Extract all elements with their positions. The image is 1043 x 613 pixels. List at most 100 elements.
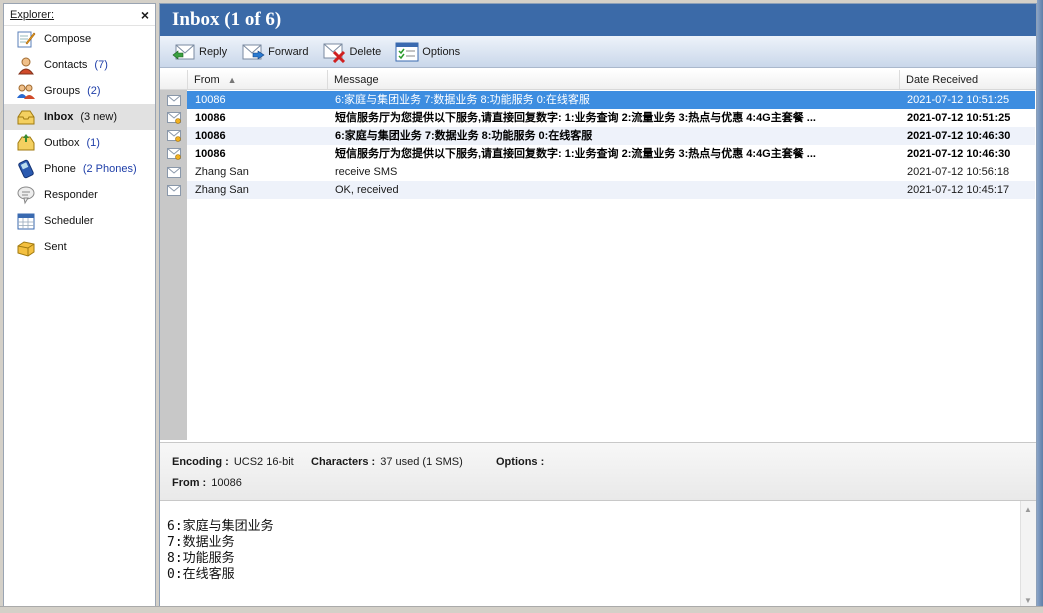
characters-line: Characters : 37 used (1 SMS)	[311, 456, 463, 468]
row-date: 2021-07-12 10:51:25	[907, 112, 1011, 124]
row-from: 10086	[187, 127, 327, 145]
nav-label: Compose	[44, 33, 92, 45]
outbox-icon	[15, 132, 37, 154]
row-from: 10086	[187, 91, 327, 109]
message-list: From ▲ Message Date Received 10086 6:家庭与…	[160, 70, 1036, 440]
explorer-close-button[interactable]: ×	[141, 7, 149, 23]
nav-item-phone[interactable]: Phone (2 Phones)	[4, 156, 155, 182]
table-row[interactable]: 10086 短信服务厅为您提供以下服务,请直接回复数字: 1:业务查询 2:流量…	[160, 145, 1036, 163]
table-row[interactable]: Zhang San receive SMS 2021-07-12 10:56:1…	[160, 163, 1036, 181]
row-date: 2021-07-12 10:46:30	[907, 148, 1011, 160]
delete-button[interactable]: Delete	[320, 39, 383, 65]
nav-item-sent[interactable]: Sent	[4, 234, 155, 260]
nav-item-inbox[interactable]: Inbox (3 new)	[4, 104, 155, 130]
explorer-header: Explorer: ×	[4, 4, 155, 26]
read-envelope-icon	[160, 91, 187, 109]
nav-label: Contacts	[44, 59, 88, 71]
scheduler-icon	[15, 210, 37, 232]
table-row[interactable]: 10086 6:家庭与集团业务 7:数据业务 8:功能服务 0:在线客服 202…	[160, 127, 1036, 145]
sent-icon	[15, 236, 37, 258]
row-message: 6:家庭与集团业务 7:数据业务 8:功能服务 0:在线客服	[327, 127, 899, 145]
column-header-message[interactable]: Message	[327, 70, 899, 89]
responder-icon	[15, 184, 37, 206]
row-message: OK, received	[327, 181, 899, 199]
encoding-value: UCS2 16-bit	[233, 456, 294, 468]
toolbar: Reply Forward Delete Options	[160, 36, 1036, 68]
forward-label: Forward	[268, 45, 309, 58]
table-row[interactable]: 10086 短信服务厅为您提供以下服务,请直接回复数字: 1:业务查询 2:流量…	[160, 109, 1036, 127]
nav-label: Phone	[44, 163, 76, 175]
nav-label: Responder	[44, 189, 98, 201]
page-title: Inbox (1 of 6)	[160, 4, 1036, 36]
row-date: 2021-07-12 10:56:18	[907, 166, 1010, 178]
nav-label: Scheduler	[44, 215, 94, 227]
read-envelope-icon	[160, 163, 187, 181]
explorer-title: Explorer:	[10, 8, 55, 21]
nav-count: (1)	[86, 137, 100, 149]
nav-item-scheduler[interactable]: Scheduler	[4, 208, 155, 234]
message-info-panel: Encoding : UCS2 16-bit Characters : 37 u…	[160, 442, 1036, 500]
delete-label: Delete	[349, 45, 382, 58]
nav-item-compose[interactable]: Compose	[4, 26, 155, 52]
row-from: 10086	[195, 148, 226, 160]
nav-label: Groups	[44, 85, 81, 97]
reply-button[interactable]: Reply	[170, 39, 229, 65]
from-label: From :	[172, 477, 207, 489]
table-row[interactable]: 10086 6:家庭与集团业务 7:数据业务 8:功能服务 0:在线客服 202…	[160, 91, 1036, 109]
nav-count: (3 new)	[80, 111, 118, 123]
row-date: 2021-07-12 10:46:30	[899, 127, 1035, 145]
column-header-from[interactable]: From ▲	[187, 70, 327, 89]
table-row[interactable]: Zhang San OK, received 2021-07-12 10:45:…	[160, 181, 1036, 199]
nav-count: (2)	[87, 85, 101, 97]
options-icon	[395, 41, 419, 63]
encoding-label: Encoding :	[172, 456, 229, 468]
unread-envelope-icon	[160, 127, 187, 145]
inbox-icon	[15, 106, 37, 128]
options-label: Options	[422, 45, 461, 58]
nav-item-outbox[interactable]: Outbox (1)	[4, 130, 155, 156]
nav-label: Sent	[44, 241, 67, 253]
compose-icon	[15, 28, 37, 50]
from-line: From : 10086	[172, 477, 242, 489]
scroll-up-icon[interactable]: ▲	[1024, 505, 1032, 514]
row-message: 6:家庭与集团业务 7:数据业务 8:功能服务 0:在线客服	[327, 91, 899, 109]
groups-icon	[15, 80, 37, 102]
scroll-down-icon[interactable]: ▼	[1024, 596, 1032, 605]
message-rows: 10086 6:家庭与集团业务 7:数据业务 8:功能服务 0:在线客服 202…	[160, 91, 1036, 199]
column-header-date[interactable]: Date Received	[899, 70, 1035, 89]
message-preview[interactable]: 6:家庭与集团业务 7:数据业务 8:功能服务 0:在线客服 ▲ ▼	[160, 500, 1036, 609]
explorer-pane: Explorer: × Compose Contacts (7) Groups …	[3, 3, 156, 609]
delete-icon	[322, 41, 346, 63]
row-message: 短信服务厅为您提供以下服务,请直接回复数字: 1:业务查询 2:流量业务 3:热…	[335, 148, 816, 160]
row-from: Zhang San	[195, 166, 249, 178]
from-value: 10086	[211, 477, 242, 489]
preview-scrollbar[interactable]: ▲ ▼	[1020, 501, 1036, 609]
preview-body: 6:家庭与集团业务 7:数据业务 8:功能服务 0:在线客服	[167, 519, 274, 582]
nav-item-responder[interactable]: Responder	[4, 182, 155, 208]
encoding-line: Encoding : UCS2 16-bit	[172, 456, 294, 468]
main-pane: Inbox (1 of 6) Reply Forward Delete Opti…	[159, 3, 1037, 609]
reply-label: Reply	[199, 45, 228, 58]
forward-button[interactable]: Forward	[239, 39, 310, 65]
nav-count: (2 Phones)	[82, 163, 137, 175]
column-from-label: From	[194, 73, 220, 86]
reply-icon	[172, 41, 196, 63]
options-info-label: Options :	[496, 456, 545, 468]
nav-item-groups[interactable]: Groups (2)	[4, 78, 155, 104]
nav-label: Outbox	[44, 137, 80, 149]
forward-icon	[241, 41, 265, 63]
row-from: 10086	[195, 112, 226, 124]
nav-item-contacts[interactable]: Contacts (7)	[4, 52, 155, 78]
row-message: 短信服务厅为您提供以下服务,请直接回复数字: 1:业务查询 2:流量业务 3:热…	[335, 112, 816, 124]
header-gutter	[160, 70, 187, 89]
row-date: 2021-07-12 10:45:17	[899, 181, 1035, 199]
options-button[interactable]: Options	[393, 39, 462, 65]
nav-label: Inbox	[44, 111, 74, 123]
message-list-header: From ▲ Message Date Received	[160, 70, 1036, 90]
unread-envelope-icon	[160, 109, 187, 127]
column-date-label: Date Received	[906, 73, 979, 86]
contacts-icon	[15, 54, 37, 76]
unread-envelope-icon	[160, 145, 187, 163]
row-from: Zhang San	[187, 181, 327, 199]
column-message-label: Message	[334, 73, 379, 86]
